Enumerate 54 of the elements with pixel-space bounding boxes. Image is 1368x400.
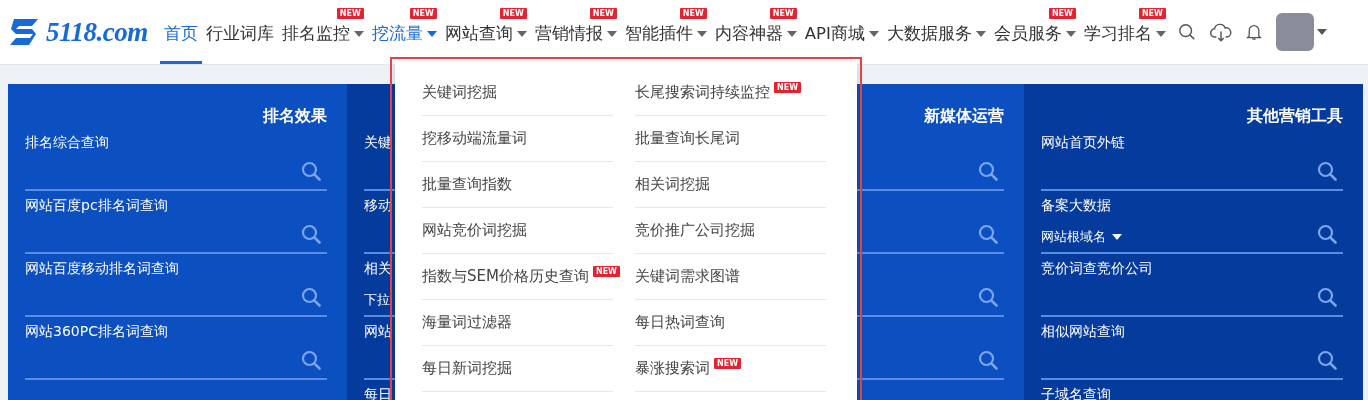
menu-item[interactable]: 暴涨搜索词 xyxy=(635,359,710,378)
nav-item[interactable]: 学习排名 xyxy=(1079,19,1170,48)
tool-link[interactable]: 备案大数据 xyxy=(1041,197,1111,213)
new-badge: NEW xyxy=(714,358,741,369)
nav-item[interactable]: 首页 xyxy=(159,19,202,48)
new-badge: NEW xyxy=(679,8,707,19)
category-title: 新媒体运营 xyxy=(923,106,1004,127)
menu-item[interactable]: 关键词挖掘 xyxy=(422,83,497,102)
tool-link[interactable]: 相关 xyxy=(364,260,392,276)
tool-link[interactable]: 网站百度pc排名词查询 xyxy=(25,197,168,213)
nav-item[interactable]: 挖流量 xyxy=(367,19,441,48)
category-title: 排名效果 xyxy=(261,106,327,127)
menu-item[interactable]: 竞价推广公司挖掘 xyxy=(635,221,755,240)
nav-item[interactable]: 行业词库 xyxy=(201,19,278,48)
nav-item[interactable]: 大数据服务 xyxy=(882,19,990,48)
tool-link[interactable]: 网站首页外链 xyxy=(1041,134,1125,150)
menu-item[interactable]: 每日新词挖掘 xyxy=(422,359,512,378)
new-badge: NEW xyxy=(589,8,617,19)
tool-link[interactable]: 排名综合查询 xyxy=(25,134,109,150)
menu-item[interactable]: 指数与SEM价格历史查询 xyxy=(422,267,589,286)
new-badge: NEW xyxy=(336,8,364,19)
tool-link[interactable]: 子域名查询 xyxy=(1041,386,1111,400)
nav-item[interactable]: API商城 xyxy=(800,19,883,48)
menu-item[interactable]: 长尾搜索词持续监控 xyxy=(635,83,770,102)
nav-item[interactable]: 会员服务 xyxy=(989,19,1080,48)
menu-item[interactable]: 每日热词查询 xyxy=(635,313,725,332)
nav-item[interactable]: 排名监控 xyxy=(277,19,368,48)
menu-item[interactable]: 相关词挖掘 xyxy=(635,175,710,194)
new-badge: NEW xyxy=(769,8,797,19)
menu-item[interactable]: 批量查询指数 xyxy=(422,175,512,194)
category-title: 其他营销工具 xyxy=(1246,106,1343,127)
select-dropdown[interactable]: 网站根域名 xyxy=(1041,228,1343,246)
nav-item[interactable]: 营销情报 xyxy=(530,19,621,48)
menu-item[interactable]: 网站竞价词挖掘 xyxy=(422,221,527,240)
logo-text[interactable]: 5118.com xyxy=(46,16,148,48)
new-badge: NEW xyxy=(409,8,437,19)
new-badge: NEW xyxy=(1138,8,1166,19)
menu-item[interactable]: 海量词过滤器 xyxy=(422,313,512,332)
new-badge: NEW xyxy=(499,8,527,19)
tool-link[interactable]: 网站 xyxy=(364,323,392,339)
menu-item[interactable]: 关键词需求图谱 xyxy=(635,267,740,286)
tool-link[interactable]: 竞价词查竞价公司 xyxy=(1041,260,1153,276)
new-badge: NEW xyxy=(1048,8,1076,19)
nav-item[interactable]: 内容神器 xyxy=(710,19,801,48)
tool-link[interactable]: 网站360PC排名词查询 xyxy=(25,323,168,339)
new-badge: NEW xyxy=(592,266,620,277)
new-badge: NEW xyxy=(774,82,801,93)
nav-item[interactable]: 网站查询 xyxy=(440,19,531,48)
tool-link[interactable]: 每日 xyxy=(364,386,392,400)
nav-item[interactable]: 智能插件 xyxy=(620,19,711,48)
menu-item[interactable]: 批量查询长尾词 xyxy=(635,129,740,148)
tool-link[interactable]: 相似网站查询 xyxy=(1041,323,1125,339)
tool-link[interactable]: 网站百度移动排名词查询 xyxy=(25,260,179,276)
menu-item[interactable]: 挖移动端流量词 xyxy=(422,129,527,148)
